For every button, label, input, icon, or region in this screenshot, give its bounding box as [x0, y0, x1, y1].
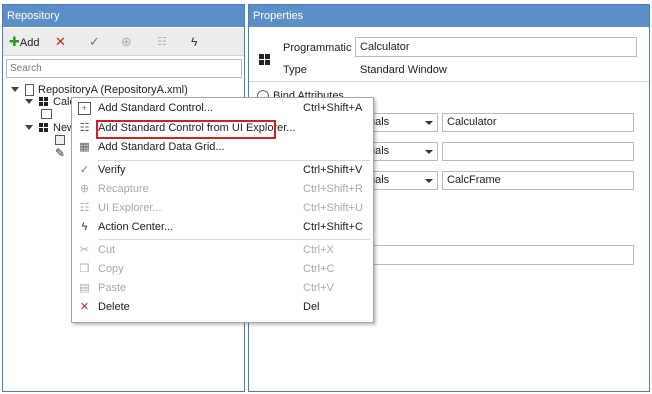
properties-panel-title: Properties [249, 5, 649, 27]
menu-item-label: Recapture [98, 183, 149, 195]
operator-dropdown[interactable]: uals [366, 142, 438, 161]
menu-item-label: Action Center... [98, 221, 174, 233]
menu-item-recapture[interactable]: ⊕ Recapture Ctrl+Shift+R [72, 180, 373, 199]
menu-item-verify[interactable]: ✓ Verify Ctrl+Shift+V [72, 161, 373, 180]
window-icon [39, 97, 49, 107]
menu-separator [98, 239, 370, 240]
menu-item-shortcut: Ctrl+Shift+R [303, 183, 363, 195]
property-field[interactable] [366, 245, 634, 265]
highlight-box [96, 120, 276, 139]
menu-item-add-data-grid[interactable]: ▦ Add Standard Data Grid... [72, 138, 373, 157]
menu-item-delete[interactable]: ✕ Delete Del [72, 298, 373, 317]
verify-check-icon[interactable]: ✓ [89, 33, 100, 51]
scissors-icon: ✂ [79, 244, 90, 256]
add-control-icon: + [78, 102, 91, 115]
menu-item-shortcut: Ctrl+X [303, 244, 334, 256]
menu-item-shortcut: Ctrl+Shift+U [303, 202, 363, 214]
recapture-icon: ⊕ [79, 183, 90, 195]
menu-item-label: UI Explorer... [98, 202, 162, 214]
menu-item-copy[interactable]: ❐ Copy Ctrl+C [72, 260, 373, 279]
chevron-down-icon [425, 150, 433, 154]
menu-item-shortcut: Ctrl+Shift+C [303, 221, 363, 233]
type-value: Standard Window [360, 64, 447, 76]
control-icon [41, 109, 52, 119]
type-label: Type [283, 64, 307, 76]
menu-item-shortcut: Del [303, 301, 320, 313]
add-button[interactable]: ✚Add [9, 33, 39, 51]
ui-explorer-icon: ☷ [79, 202, 90, 214]
context-menu: + Add Standard Control... Ctrl+Shift+A ☷… [71, 97, 374, 323]
programmatic-id-field[interactable]: Calculator [355, 37, 637, 57]
menu-item-add-standard-control[interactable]: + Add Standard Control... Ctrl+Shift+A [72, 99, 373, 118]
menu-item-label: Delete [98, 301, 130, 313]
expand-icon[interactable] [25, 125, 33, 130]
lightning-icon[interactable]: ϟ [191, 33, 197, 51]
copy-icon: ❐ [79, 263, 90, 275]
attribute-value-field[interactable]: CalcFrame [442, 171, 634, 190]
menu-item-action-center[interactable]: ϟ Action Center... Ctrl+Shift+C [72, 218, 373, 237]
add-from-explorer-icon: ☷ [79, 122, 90, 134]
lightning-icon: ϟ [81, 221, 88, 233]
window-icon [259, 54, 271, 66]
menu-item-shortcut: Ctrl+V [303, 282, 334, 294]
menu-item-label: Add Standard Data Grid... [98, 141, 225, 153]
delete-x-icon[interactable]: ✕ [55, 33, 66, 51]
window-icon [39, 123, 49, 133]
chevron-down-icon [425, 179, 433, 183]
paste-icon: ▤ [79, 282, 90, 294]
menu-item-label: Cut [98, 244, 116, 256]
menu-item-shortcut: Ctrl+Shift+V [303, 164, 363, 176]
menu-item-label: Paste [98, 282, 127, 294]
document-icon [25, 84, 34, 96]
control-icon [55, 135, 65, 145]
chevron-down-icon [425, 121, 433, 125]
menu-item-label: Add Standard Control... [98, 102, 213, 114]
repository-panel-title: Repository [3, 5, 244, 27]
plus-icon: ✚ [9, 34, 20, 49]
add-button-label: Add [19, 37, 40, 49]
menu-item-label: Copy [98, 263, 124, 275]
menu-item-shortcut: Ctrl+C [303, 263, 335, 275]
menu-item-paste[interactable]: ▤ Paste Ctrl+V [72, 279, 373, 298]
operator-dropdown[interactable]: uals [366, 113, 438, 132]
repository-toolbar: ✚Add ✕ ✓ ⊕ ☷ ϟ [3, 28, 244, 56]
attribute-value-field[interactable] [442, 142, 634, 161]
menu-item-shortcut: Ctrl+Shift+A [303, 102, 363, 114]
menu-item-ui-explorer[interactable]: ☷ UI Explorer... Ctrl+Shift+U [72, 199, 373, 218]
expand-icon[interactable] [11, 87, 19, 92]
verify-check-icon: ✓ [79, 164, 90, 176]
expand-icon[interactable] [25, 99, 33, 104]
pencil-icon: ✎ [55, 146, 66, 160]
data-grid-icon: ▦ [79, 141, 90, 153]
search-input[interactable]: Search [6, 59, 242, 78]
operator-dropdown[interactable]: uals [366, 171, 438, 190]
recapture-icon[interactable]: ⊕ [121, 33, 132, 51]
divider [249, 81, 649, 82]
programmatic-id-label: Programmatic Id [283, 42, 364, 54]
attribute-value-field[interactable]: Calculator [442, 113, 634, 132]
delete-x-icon: ✕ [79, 301, 90, 313]
menu-item-cut[interactable]: ✂ Cut Ctrl+X [72, 241, 373, 260]
ui-explorer-icon[interactable]: ☷ [157, 33, 167, 51]
menu-item-label: Verify [98, 164, 126, 176]
